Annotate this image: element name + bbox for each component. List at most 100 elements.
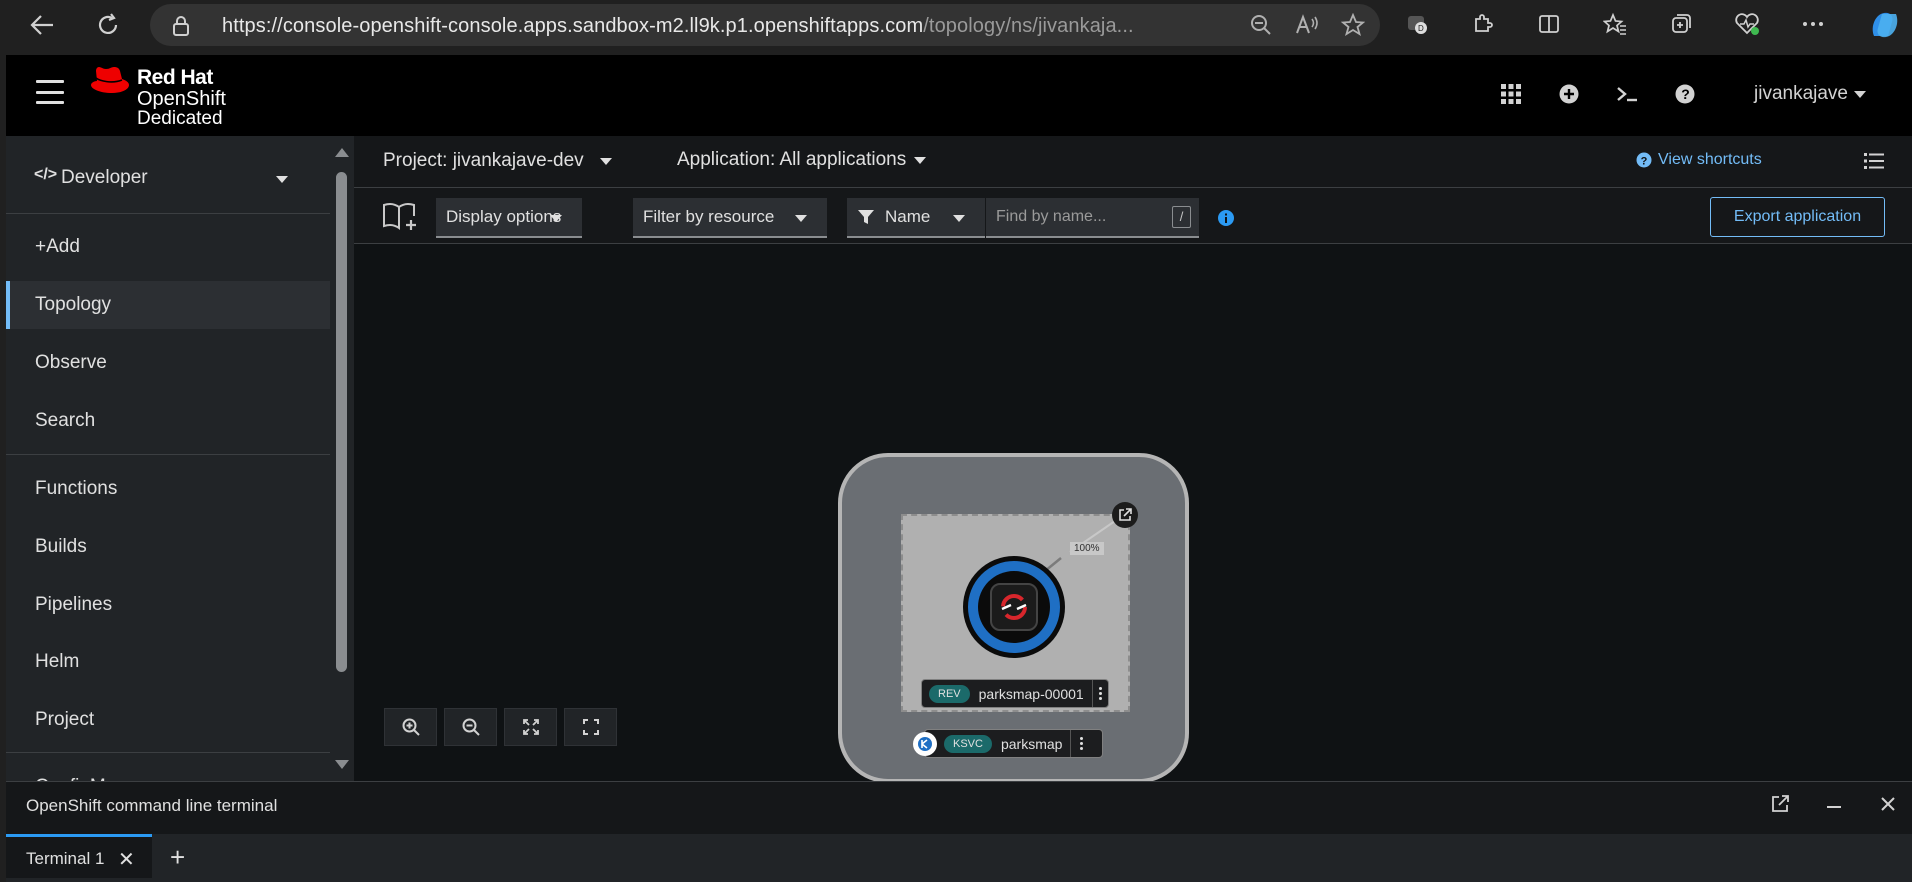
split-screen-icon[interactable]	[1536, 11, 1562, 37]
username: jivankajave	[1754, 83, 1848, 104]
sidebar-item-observe[interactable]: Observe	[6, 339, 330, 387]
sidebar-item-pipelines[interactable]: Pipelines	[6, 581, 330, 629]
view-shortcuts-label: View shortcuts	[1658, 151, 1762, 168]
sidebar-item-add[interactable]: +Add	[6, 223, 330, 271]
browser-essentials-icon[interactable]	[1734, 11, 1760, 37]
filter-type-label: Name	[885, 207, 931, 226]
export-application-button[interactable]: Export application	[1710, 197, 1885, 237]
rev-badge: REV	[929, 684, 970, 703]
openshift-logo-icon	[990, 583, 1038, 631]
filter-by-resource-label: Filter by resource	[643, 207, 775, 226]
terminal-header: OpenShift command line terminal	[6, 781, 1912, 834]
caret-down-icon	[1854, 90, 1866, 98]
add-to-project-book-icon[interactable]	[382, 200, 418, 232]
view-shortcuts-link[interactable]: ? View shortcuts	[1636, 151, 1762, 169]
lock-icon	[172, 15, 190, 37]
sidebar-scrollbar[interactable]	[330, 136, 354, 781]
perspective-label: Developer	[61, 167, 148, 188]
caret-down-icon	[599, 157, 612, 165]
address-bar[interactable]: https://console-openshift-console.apps.s…	[150, 4, 1380, 46]
code-icon: </>	[34, 166, 58, 183]
filter-type-dropdown[interactable]: Name	[847, 198, 985, 238]
traffic-split-label: 100%	[1070, 542, 1104, 555]
sidebar-item-search[interactable]: Search	[6, 397, 330, 445]
import-plus-icon[interactable]	[1558, 83, 1580, 105]
add-terminal-tab-button[interactable]: +	[170, 842, 185, 873]
display-options-dropdown[interactable]: Display options	[436, 198, 582, 238]
sidebar-item-builds[interactable]: Builds	[6, 523, 330, 571]
open-url-icon[interactable]	[1112, 502, 1138, 528]
ksvc-badge: KSVC	[944, 734, 992, 753]
favorites-icon[interactable]	[1602, 11, 1628, 37]
brand-red-hat: Red Hat	[137, 66, 213, 89]
kebab-menu-icon[interactable]	[1091, 680, 1108, 707]
read-aloud-icon[interactable]	[1294, 12, 1320, 38]
copilot-icon[interactable]	[1868, 8, 1902, 42]
caret-down-icon	[795, 215, 807, 222]
close-tab-icon[interactable]: ✕	[118, 847, 135, 872]
terminal-tab-label: Terminal 1	[26, 849, 105, 868]
scroll-down-arrow-icon[interactable]	[335, 760, 349, 769]
application-selector[interactable]: Application: All applications	[677, 149, 927, 171]
zoom-out-icon[interactable]	[1248, 12, 1274, 38]
application-label: Application: All applications	[677, 149, 907, 170]
project-bar: Project: jivankajave-dev Application: Al…	[354, 136, 1912, 188]
svg-text:D: D	[1418, 24, 1424, 33]
back-button[interactable]	[24, 7, 60, 43]
app-launcher-icon[interactable]	[1500, 83, 1522, 105]
url-text: https://console-openshift-console.apps.s…	[222, 15, 1134, 37]
info-icon[interactable]	[1218, 210, 1234, 226]
openshift-logo[interactable]: Red Hat OpenShift Dedicated	[90, 64, 240, 129]
sidebar-item-topology[interactable]: Topology	[6, 281, 330, 329]
project-label: Project: jivankajave-dev	[383, 150, 584, 171]
more-menu-icon[interactable]	[1800, 11, 1826, 37]
service-label[interactable]: KSVC parksmap	[913, 729, 1103, 758]
open-in-new-window-icon[interactable]	[1769, 793, 1791, 815]
scroll-up-arrow-icon[interactable]	[335, 148, 349, 157]
terminal-icon[interactable]	[1616, 83, 1638, 105]
extension-badge-icon[interactable]: D	[1404, 11, 1430, 37]
filter-by-resource-dropdown[interactable]: Filter by resource	[633, 198, 827, 238]
keyboard-shortcut-hint: /	[1172, 206, 1191, 228]
find-by-name-input[interactable]: Find by name... /	[986, 198, 1199, 238]
sidebar-item-project[interactable]: Project	[6, 696, 330, 744]
help-icon[interactable]: ?	[1674, 83, 1696, 105]
sidebar-item-functions[interactable]: Functions	[6, 465, 330, 513]
user-menu[interactable]: jivankajave	[1754, 83, 1866, 105]
red-hat-icon	[90, 66, 130, 94]
minimize-icon[interactable]	[1823, 793, 1845, 815]
topology-main: Project: jivankajave-dev Application: Al…	[354, 136, 1912, 824]
zoom-out-icon[interactable]	[444, 708, 497, 746]
masthead: Red Hat OpenShift Dedicated ? jivankajav…	[6, 55, 1912, 136]
topology-toolbar: Display options Filter by resource Name …	[354, 188, 1912, 244]
list-view-icon[interactable]	[1864, 152, 1884, 170]
project-selector[interactable]: Project: jivankajave-dev	[383, 150, 612, 172]
filter-funnel-icon	[858, 210, 874, 224]
service-name: parksmap	[1000, 735, 1063, 752]
revision-label[interactable]: REV parksmap-00001	[921, 679, 1109, 708]
reload-button[interactable]	[90, 7, 126, 43]
perspective-switcher[interactable]: </> Developer	[6, 136, 330, 214]
hamburger-menu-icon[interactable]	[36, 80, 64, 104]
terminal-title: OpenShift command line terminal	[26, 796, 278, 815]
reset-view-icon[interactable]	[564, 708, 617, 746]
revision-node[interactable]	[963, 556, 1065, 658]
fit-to-screen-icon[interactable]	[504, 708, 557, 746]
close-icon[interactable]	[1877, 793, 1899, 815]
collections-icon[interactable]	[1668, 11, 1694, 37]
extensions-puzzle-icon[interactable]	[1470, 11, 1496, 37]
topology-canvas[interactable]: 100% REV parksmap-00001 KSVC parksmap	[354, 244, 1912, 824]
caret-down-icon	[276, 176, 288, 183]
sidebar-item-configmaps[interactable]: ConfigMaps	[6, 763, 330, 781]
brand-dedicated: Dedicated	[137, 108, 223, 129]
terminal-tab[interactable]: Terminal 1 ✕	[6, 834, 152, 878]
zoom-in-icon[interactable]	[384, 708, 437, 746]
favorite-star-icon[interactable]	[1340, 12, 1366, 38]
svg-text:?: ?	[1641, 156, 1648, 168]
sidebar-item-helm[interactable]: Helm	[6, 638, 330, 686]
kebab-menu-icon[interactable]	[1070, 730, 1092, 757]
caret-down-icon	[953, 215, 965, 222]
sidebar: </> Developer +Add Topology Observe Sear…	[6, 136, 330, 781]
scrollbar-thumb[interactable]	[336, 172, 347, 672]
svg-text:?: ?	[1681, 86, 1690, 102]
